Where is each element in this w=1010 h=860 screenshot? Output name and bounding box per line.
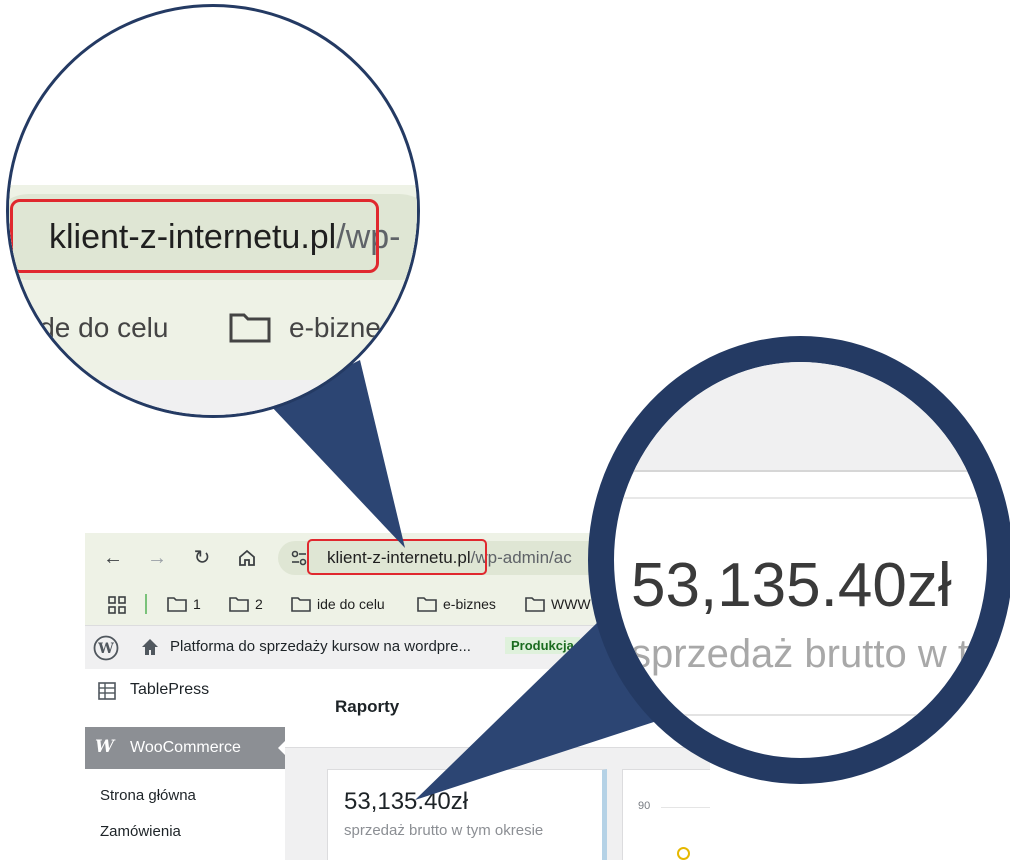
zoom-divider [614, 497, 987, 499]
zoom-divider [614, 714, 987, 716]
zoom-divider [614, 470, 987, 472]
zoom-adminbar-band [9, 380, 417, 415]
zoom-bookmark-ide-do-celu: ide do celu [33, 312, 169, 343]
zoom-bookmark-e-biznes: e-bizne [229, 311, 381, 344]
folder-icon [229, 313, 271, 343]
zoom-gross-sales-label: sprzedaż brutto w t [631, 632, 969, 676]
zoom-callout-url: klient-z-internetu.pl/wp- ide do celu e-… [6, 4, 420, 418]
zoom-gross-sales-value: 53,135.40zł [631, 551, 952, 620]
zoom-callout-sales: 53,135.40zł sprzedaż brutto w t [588, 336, 1010, 784]
zoom-url-highlight [10, 199, 379, 273]
zoom-bookmark-label: e-bizne [289, 312, 381, 343]
zoom-header-band [614, 362, 987, 470]
